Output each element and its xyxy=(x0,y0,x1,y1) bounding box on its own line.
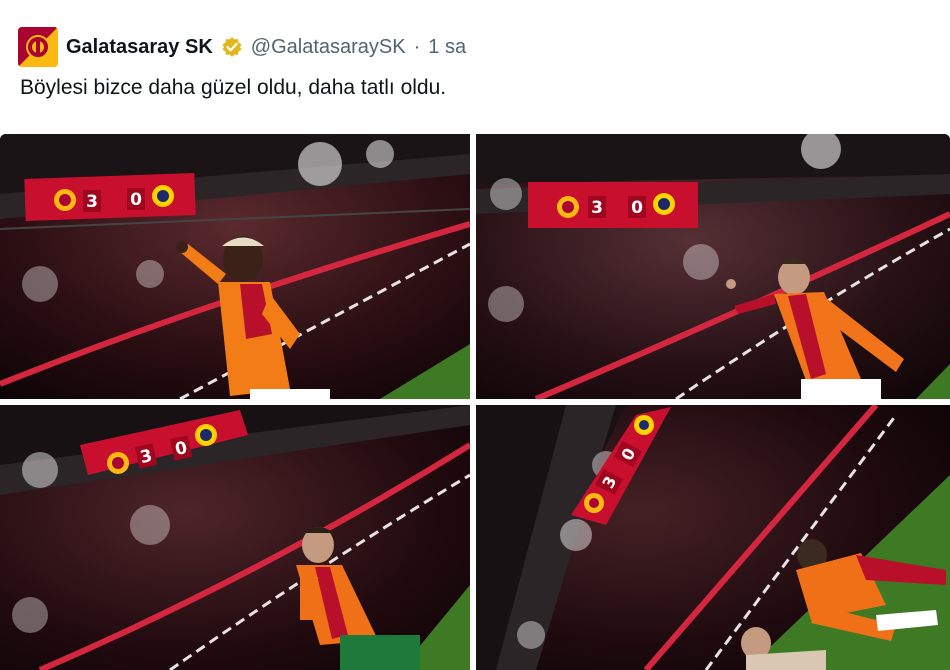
photo-2[interactable]: 3 0 xyxy=(476,134,950,399)
verified-badge-icon xyxy=(221,36,243,58)
photo-3[interactable]: 3 0 xyxy=(0,405,470,670)
separator-dot: · xyxy=(413,35,421,58)
handle[interactable]: @GalatasaraySK xyxy=(251,36,406,59)
photo-1[interactable]: 3 0 xyxy=(0,134,470,399)
galatasaray-logo-icon xyxy=(18,27,58,67)
tweet-text: Böylesi bizce daha güzel oldu, daha tatl… xyxy=(20,76,447,99)
media-grid: 3 0 3 0 3 0 3 0 xyxy=(0,134,950,670)
tweet-header: Galatasaray SK @GalatasaraySK · 1 sa xyxy=(18,26,918,68)
tweet-card[interactable]: Galatasaray SK @GalatasaraySK · 1 sa Böy… xyxy=(0,0,950,670)
score-home: 3 xyxy=(591,198,603,218)
display-name[interactable]: Galatasaray SK xyxy=(66,36,213,59)
photo-4[interactable]: 3 0 xyxy=(476,405,950,670)
avatar[interactable] xyxy=(18,27,58,67)
score-away: 0 xyxy=(130,190,142,210)
timestamp[interactable]: 1 sa xyxy=(428,36,466,59)
score-home: 3 xyxy=(86,192,98,212)
score-away: 0 xyxy=(631,198,643,218)
